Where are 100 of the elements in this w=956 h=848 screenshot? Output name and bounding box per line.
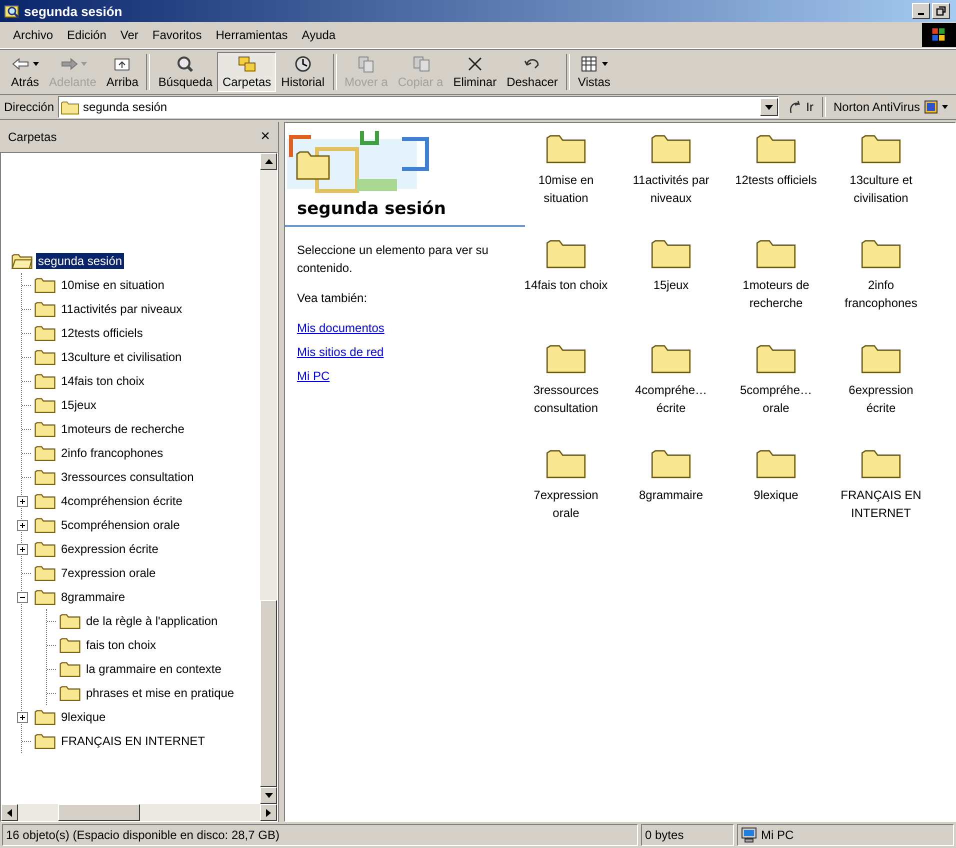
folder-label[interactable]: 8grammaire [638,486,704,504]
menu-item[interactable]: Ayuda [294,26,343,44]
expander-toggle[interactable] [17,712,28,722]
pane-title: Carpetas [8,130,57,144]
search-icon [175,55,196,73]
toolbar-button[interactable]: Vistas [572,52,616,92]
tree-item[interactable]: fais ton choix [84,637,158,653]
folder-icon [34,517,56,533]
expander-toggle[interactable] [17,592,28,602]
go-button[interactable]: Ir [783,99,818,115]
tree-item[interactable]: 15jeux [59,397,98,413]
plus-icon [18,544,27,554]
toolbar-button[interactable]: Eliminar [448,52,502,92]
plus-icon [18,520,27,530]
link[interactable]: Mis documentos [285,319,396,337]
horizontal-scrollbar[interactable] [1,804,277,821]
toolbar-button[interactable]: Arriba [101,52,144,92]
down-arrow-icon [264,793,272,798]
folder-label[interactable]: 9lexique [754,486,798,504]
toolbar-button[interactable]: Historial [276,52,330,92]
description-text: Seleccione un elemento para ver su contenido. [296,242,490,277]
right-arrow-icon [58,56,79,72]
restore-button[interactable] [932,3,950,19]
folder-label[interactable]: 14fais ton choix [524,276,608,294]
folder-label[interactable]: 6expression écrite [836,381,926,417]
computer-icon [741,827,757,843]
tree-item[interactable]: segunda sesión [36,253,124,269]
folder-icon [34,709,56,725]
folder-icon [59,685,81,701]
folder-label[interactable]: 3ressources consultation [521,381,611,417]
minimize-button[interactable] [912,3,930,19]
tree-item[interactable]: 1moteurs de recherche [59,421,186,437]
folder-label[interactable]: 2info francophones [836,276,926,312]
folder-icon [34,421,56,437]
menu-item[interactable]: Edición [60,26,114,44]
address-label: Dirección [4,100,54,114]
tree-item[interactable]: 10mise en situation [59,277,166,293]
folder-icon [34,589,56,605]
tree-item[interactable]: 8grammaire [59,589,128,605]
folder-label[interactable]: 10mise en situation [521,171,611,207]
tree-item[interactable]: 2info francophones [59,445,166,461]
folder-icon [34,373,56,389]
folder-label[interactable]: 7expression orale [521,486,611,522]
caret-icon [765,104,774,110]
tree-item[interactable]: FRANÇAIS EN INTERNET [59,733,208,749]
expander-toggle[interactable] [17,544,28,554]
tree-item[interactable]: 3ressources consultation [59,469,196,485]
folder-label[interactable]: 12tests officiels [735,171,817,189]
menu-item[interactable]: Favoritos [145,26,209,44]
folder-label[interactable]: 15jeux [653,276,689,294]
tree-item[interactable]: 9lexique [59,709,108,725]
left-arrow-icon [11,56,31,72]
tree-item[interactable]: 7expression orale [59,565,158,581]
tree-item[interactable]: 12tests officiels [59,325,145,341]
folder-icon [34,301,56,317]
tree-item[interactable]: 5compréhension orale [59,517,182,533]
folder-label[interactable]: 13culture et civilisation [836,171,926,207]
tree-item[interactable]: 4compréhension écrite [59,493,184,509]
expander-toggle[interactable] [17,520,28,530]
toolbar-button[interactable]: Búsqueda [153,52,218,92]
folder-label[interactable]: FRANÇAIS EN INTERNET [836,486,926,522]
copy-documents-icon [410,55,431,73]
menu-item[interactable]: Ver [113,26,146,44]
tree-item[interactable]: la grammaire en contexte [84,661,224,677]
folder-icon [34,349,56,365]
status-text: 16 objeto(s) (Espacio disponible en disco: 28,7 GB) [2,824,638,846]
folder-label[interactable]: 5compréhe… orale [731,381,821,417]
toolbar-button[interactable]: Deshacer [502,52,563,92]
menu-item[interactable]: Herramientas [208,26,295,44]
link[interactable]: Mis sitios de red [285,343,396,361]
menu-item[interactable]: Archivo [6,26,60,44]
folder-icon [61,100,80,114]
vertical-scrollbar[interactable] [260,153,277,804]
toolbar-button[interactable]: Atrás [6,52,44,92]
tree-item[interactable]: 14fais ton choix [59,373,146,389]
expander-toggle[interactable] [17,496,28,506]
folder-icon [34,325,56,341]
open-folder-icon [11,253,33,269]
dropdown-button[interactable] [760,98,778,116]
tree-item[interactable]: 13culture et civilisation [59,349,184,365]
up-arrow-icon [264,159,272,164]
toolbar-button[interactable]: Carpetas [217,52,276,92]
folder-label[interactable]: 4compréhe… écrite [626,381,716,417]
tree-item[interactable]: 6expression écrite [59,541,160,557]
tree-item[interactable]: 11activités par niveaux [59,301,184,317]
folder-label[interactable]: 11activités par niveaux [626,171,716,207]
folder-icon [34,397,56,413]
folder-label[interactable]: 1moteurs de recherche [731,276,821,312]
address-field[interactable]: segunda sesión [58,96,780,118]
close-button[interactable]: × [260,128,270,146]
caret-icon [942,105,948,109]
folders-icon [236,55,257,73]
norton-antivirus-button[interactable]: Norton AntiVirus [830,99,952,115]
link[interactable]: Mi PC [285,367,342,385]
tree-item[interactable]: phrases et mise en pratique [84,685,236,701]
magnifier-folder-icon [4,3,20,19]
folder-icon [34,277,56,293]
folder-icon [34,493,56,509]
tree-item[interactable]: de la règle à l'application [84,613,220,629]
plus-icon [18,712,27,722]
